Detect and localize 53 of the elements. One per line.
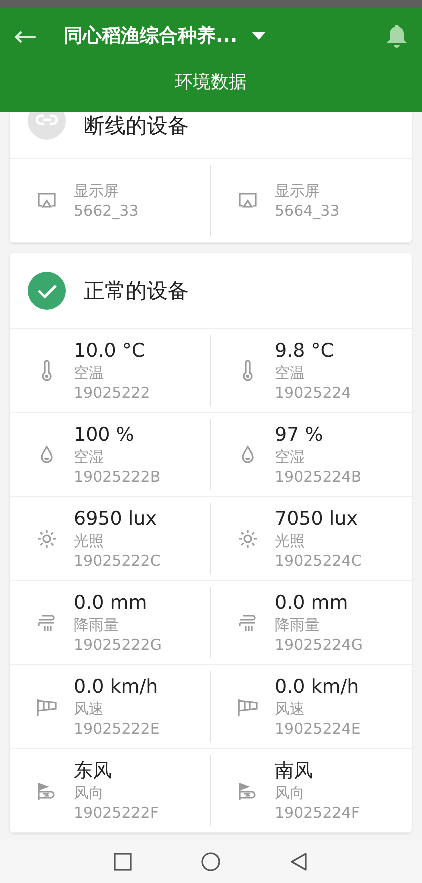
device-id: 19025224G xyxy=(275,634,363,654)
sensor-name: 显示屏 xyxy=(275,180,321,200)
sensor-name: 空温 xyxy=(74,362,105,382)
home-icon[interactable] xyxy=(200,852,221,872)
reading-value: 0.0 km/h xyxy=(275,674,360,698)
reading-value: 97 % xyxy=(275,422,324,446)
sensor-name: 空温 xyxy=(275,362,306,382)
reading-value: 0.0 km/h xyxy=(74,674,160,698)
device-id: 19025224E xyxy=(275,718,361,738)
sensor-name: 降雨量 xyxy=(275,614,321,634)
bell-icon[interactable] xyxy=(386,24,408,48)
device-id: 5662_33 xyxy=(74,200,139,220)
sensor-name: 光照 xyxy=(275,530,306,550)
page-title: 环境数据 xyxy=(175,71,247,94)
sensor-name: 降雨量 xyxy=(74,614,120,634)
device-id: 19025222B xyxy=(74,466,161,486)
sensor-name: 风速 xyxy=(275,698,306,718)
device-id: 19025224B xyxy=(275,466,362,486)
reading-value: 0.0 mm xyxy=(74,590,148,614)
sun-icon xyxy=(237,528,259,550)
sun-icon xyxy=(36,528,58,550)
sensor-name: 风速 xyxy=(74,698,105,718)
reading-value: 6950 lux xyxy=(74,506,158,530)
sensor-name: 显示屏 xyxy=(74,180,120,200)
recents-icon[interactable] xyxy=(114,852,132,870)
back-button[interactable]: ← xyxy=(14,20,64,52)
sensor-name: 空湿 xyxy=(275,446,306,466)
section-title: 正常的设备 xyxy=(84,278,189,304)
reading-value: 100 % xyxy=(74,422,136,446)
device-id: 19025224 xyxy=(275,382,352,402)
check-icon xyxy=(28,272,66,310)
device-id: 5664_33 xyxy=(275,200,340,220)
device-id: 19025222F xyxy=(74,802,159,822)
device-id: 19025222E xyxy=(74,718,160,738)
section-title: 断线的设备 xyxy=(84,113,189,140)
device-id: 19025222C xyxy=(74,550,161,570)
reading-value: 东风 xyxy=(74,758,113,782)
sensor-name: 空湿 xyxy=(74,446,105,466)
sensor-name: 光照 xyxy=(74,530,105,550)
device-id: 19025222G xyxy=(74,634,162,654)
dropdown-caret-icon[interactable] xyxy=(252,32,266,40)
sensor-name: 风向 xyxy=(275,782,306,802)
device-id: 19025224C xyxy=(275,550,362,570)
farm-title[interactable]: 同心稻渔综合种养... xyxy=(64,23,238,49)
reading-value: 南风 xyxy=(275,758,314,782)
reading-value: 0.0 mm xyxy=(275,590,350,614)
reading-value: 7050 lux xyxy=(275,506,359,530)
reading-value: 9.8 °C xyxy=(275,338,336,362)
sensor-name: 风向 xyxy=(74,782,105,802)
back-nav-icon[interactable] xyxy=(290,852,308,872)
device-id: 19025224F xyxy=(275,802,360,822)
device-id: 19025222 xyxy=(74,382,150,402)
reading-value: 10.0 °C xyxy=(74,338,146,362)
